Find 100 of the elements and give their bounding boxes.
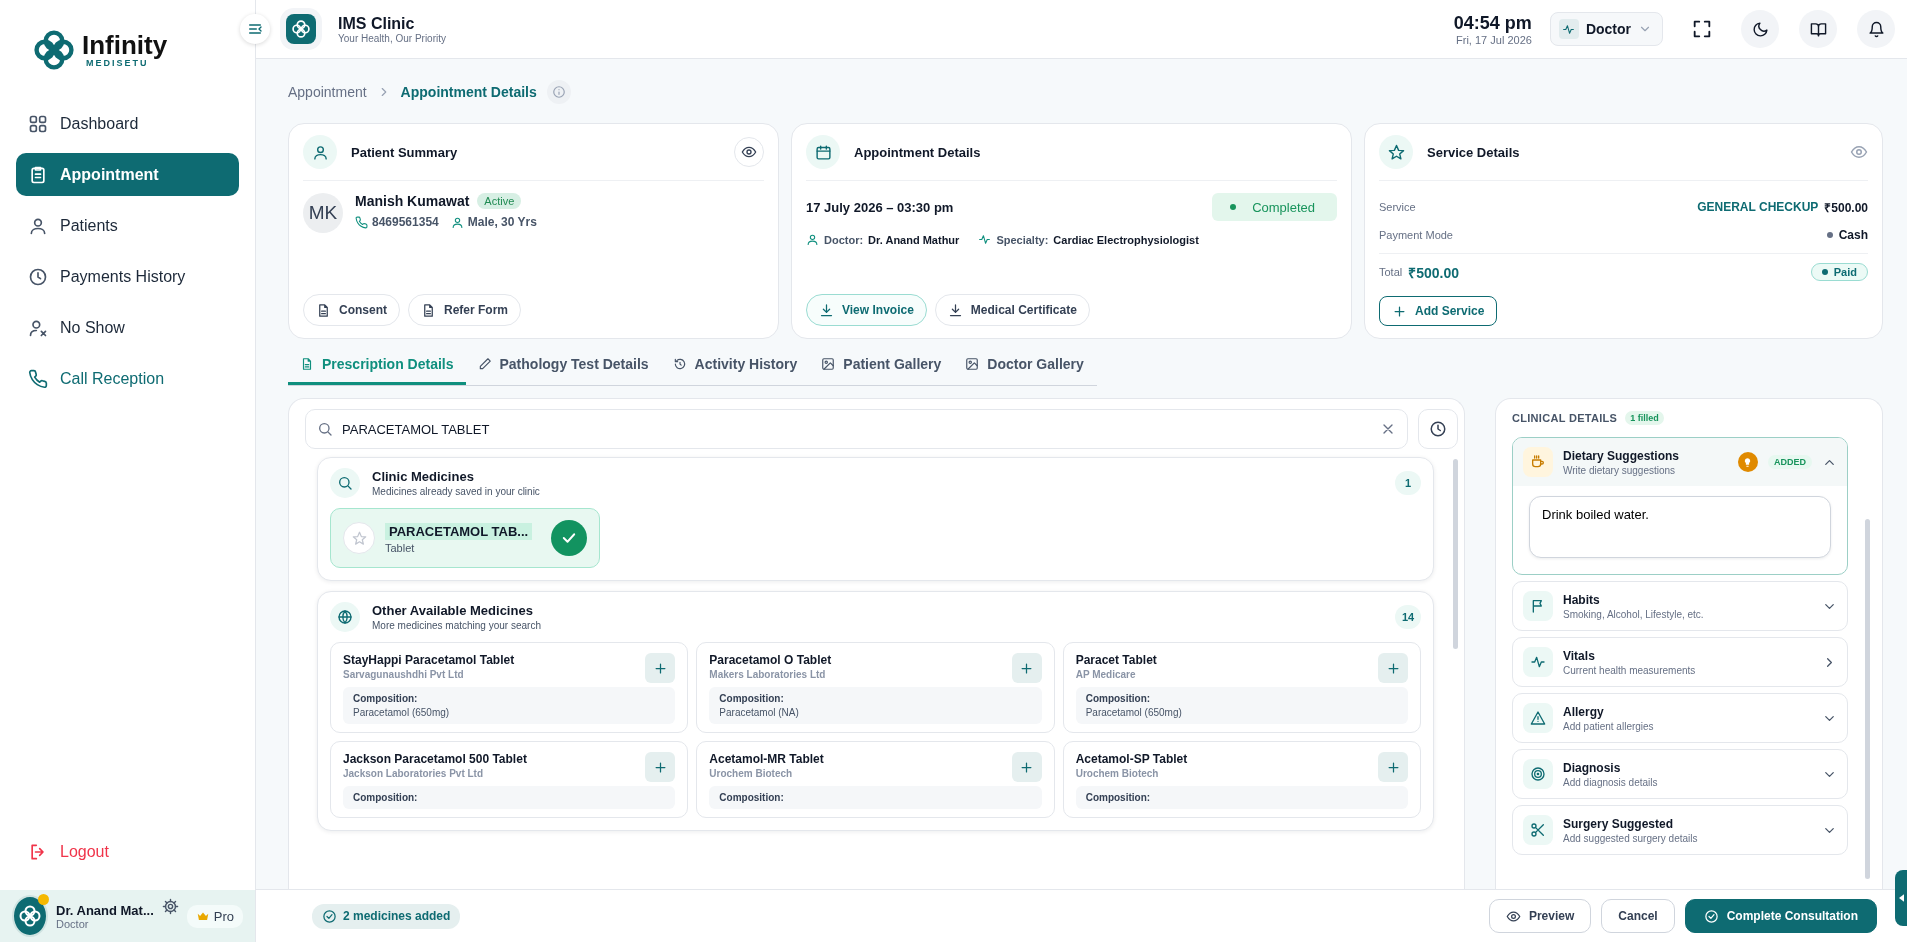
notification-icon bbox=[1867, 20, 1885, 38]
count-badge: 1 bbox=[1395, 471, 1421, 495]
scissors-icon bbox=[1530, 822, 1546, 838]
section-subtitle: Write dietary suggestions bbox=[1563, 464, 1677, 476]
sidebar-item[interactable]: Appointment bbox=[16, 153, 239, 196]
card-title: Appointment Details bbox=[854, 144, 981, 160]
document-button[interactable]: Refer Form bbox=[408, 294, 521, 326]
clipboard-icon bbox=[28, 164, 48, 185]
sidebar-item[interactable]: No Show bbox=[16, 306, 239, 349]
clinical-section[interactable]: Surgery Suggested Add suggested surgery details bbox=[1512, 805, 1848, 855]
eye-icon bbox=[741, 144, 757, 160]
warning-icon bbox=[1530, 710, 1546, 726]
composition-value: Paracetamol (650mg) bbox=[353, 707, 451, 718]
medicine-name: Jackson Paracetamol 500 Tablet bbox=[343, 752, 527, 766]
brand-tagline: MEDISETU bbox=[86, 58, 149, 68]
clinical-section[interactable]: Habits Smoking, Alcohol, Lifestyle, etc. bbox=[1512, 581, 1848, 631]
medicine-name: Paracetamol O Tablet bbox=[709, 653, 832, 667]
sidebar-item[interactable]: Dashboard bbox=[16, 102, 239, 145]
clinical-section[interactable]: Diagnosis Add diagnosis details bbox=[1512, 749, 1848, 799]
section-subtitle: Add suggested surgery details bbox=[1563, 832, 1698, 844]
appointment-datetime: 17 July 2026 – 03:30 pm bbox=[806, 199, 954, 215]
settings-icon[interactable] bbox=[161, 898, 179, 915]
user-role: Doctor bbox=[56, 917, 90, 930]
sidebar-item[interactable]: Call Reception bbox=[16, 357, 239, 400]
dietary-text-field[interactable]: Drink boiled water. bbox=[1529, 496, 1831, 558]
document-button[interactable]: Consent bbox=[303, 294, 400, 326]
section-title: Surgery Suggested bbox=[1563, 816, 1675, 831]
sidebar-item[interactable]: Payments History bbox=[16, 255, 239, 298]
clinical-section[interactable]: Vitals Current health measurements bbox=[1512, 637, 1848, 687]
cancel-button[interactable]: Cancel bbox=[1601, 899, 1675, 933]
document-icon bbox=[300, 356, 314, 371]
clinic-tagline: Your Health, Our Priority bbox=[338, 32, 446, 44]
section-subtitle: More medicines matching your search bbox=[372, 620, 541, 631]
sidebar-toggle-button[interactable] bbox=[240, 14, 270, 44]
breadcrumb-current: Appointment Details bbox=[400, 84, 537, 100]
service-amount: ₹500.00 bbox=[1824, 199, 1868, 216]
moon-icon bbox=[1751, 20, 1769, 38]
tab[interactable]: Pathology Test Details bbox=[465, 345, 661, 385]
section-subtitle: Add patient allergies bbox=[1563, 720, 1654, 732]
current-time: 04:54 pm bbox=[1453, 12, 1532, 34]
add-service-button[interactable]: Add Service bbox=[1379, 296, 1498, 326]
globe-icon bbox=[337, 609, 353, 625]
tab[interactable]: Doctor Gallery bbox=[953, 345, 1096, 385]
tab[interactable]: Prescription Details bbox=[288, 345, 466, 385]
pulse-icon bbox=[1562, 22, 1576, 36]
notifications-button[interactable] bbox=[1857, 10, 1895, 48]
composition-label: Composition: bbox=[353, 693, 419, 704]
service-name: GENERAL CHECKUP bbox=[1697, 200, 1819, 214]
medicine-name: Acetamol-MR Tablet bbox=[709, 752, 824, 766]
clinical-section[interactable]: Dietary Suggestions Write dietary suggestions ADDED Drink boiled water. bbox=[1512, 437, 1848, 575]
search-field[interactable]: PARACETAMOL TABLET bbox=[305, 409, 1408, 449]
lightbulb-icon bbox=[1738, 452, 1758, 472]
sidebar-item[interactable]: Patients bbox=[16, 204, 239, 247]
doctor-name: Dr. Anand Mathur bbox=[868, 233, 960, 246]
tab[interactable]: Activity History bbox=[660, 345, 810, 385]
complete-consultation-button[interactable]: Complete Consultation bbox=[1684, 899, 1877, 933]
medicine-card[interactable]: PARACETAMOL TAB... Tablet bbox=[330, 508, 600, 568]
history-button[interactable] bbox=[1418, 409, 1458, 449]
logout-button[interactable]: Logout bbox=[0, 832, 255, 872]
composition-value: Paracetamol (NA) bbox=[719, 707, 800, 718]
dark-mode-button[interactable] bbox=[1741, 10, 1779, 48]
field-label: Specialty: bbox=[996, 233, 1049, 246]
eye-icon[interactable] bbox=[1850, 143, 1868, 161]
breadcrumb-link[interactable]: Appointment bbox=[288, 84, 367, 100]
check-circle-icon bbox=[1703, 908, 1719, 924]
total-amount: ₹500.00 bbox=[1408, 263, 1460, 282]
phone-icon bbox=[28, 368, 48, 389]
section-title: Diagnosis bbox=[1563, 760, 1622, 775]
certificate-button[interactable]: Medical Certificate bbox=[934, 294, 1090, 326]
medicine-name: PARACETAMOL TAB... bbox=[385, 522, 533, 540]
cup-icon bbox=[1530, 454, 1546, 470]
card-title: Service Details bbox=[1427, 144, 1520, 160]
section-title: Allergy bbox=[1563, 704, 1605, 719]
menu-icon bbox=[247, 21, 263, 37]
star-icon bbox=[1387, 143, 1405, 161]
person-icon bbox=[311, 143, 329, 161]
fullscreen-icon bbox=[1691, 18, 1713, 40]
user-avatar bbox=[12, 895, 48, 937]
role-dropdown[interactable]: Doctor bbox=[1549, 12, 1663, 46]
guide-button[interactable] bbox=[1799, 10, 1837, 48]
composition-value: Paracetamol (650mg) bbox=[1085, 707, 1183, 718]
history-icon bbox=[672, 356, 687, 371]
book-icon bbox=[1809, 20, 1827, 38]
medicine-manufacturer: AP Medicare bbox=[1075, 669, 1137, 680]
star-icon bbox=[351, 530, 367, 546]
added-badge: ADDED bbox=[1768, 455, 1812, 469]
info-icon bbox=[551, 85, 566, 99]
panel-toggle-tab[interactable] bbox=[1895, 870, 1907, 926]
invoice-button[interactable]: View Invoice bbox=[806, 294, 927, 326]
composition-label: Composition: bbox=[1085, 792, 1152, 803]
preview-button[interactable]: Preview bbox=[1488, 899, 1592, 933]
tab[interactable]: Patient Gallery bbox=[809, 345, 954, 385]
section-title: Dietary Suggestions bbox=[1563, 448, 1680, 463]
check-icon bbox=[551, 520, 587, 556]
eye-icon bbox=[1505, 908, 1521, 924]
clinical-section[interactable]: Allergy Add patient allergies bbox=[1512, 693, 1848, 743]
patient-name: Manish Kumawat bbox=[355, 193, 470, 209]
field-label: Total bbox=[1379, 266, 1403, 278]
pencil-icon bbox=[477, 356, 492, 371]
medicine-manufacturer: Urochem Biotech bbox=[1075, 768, 1160, 779]
